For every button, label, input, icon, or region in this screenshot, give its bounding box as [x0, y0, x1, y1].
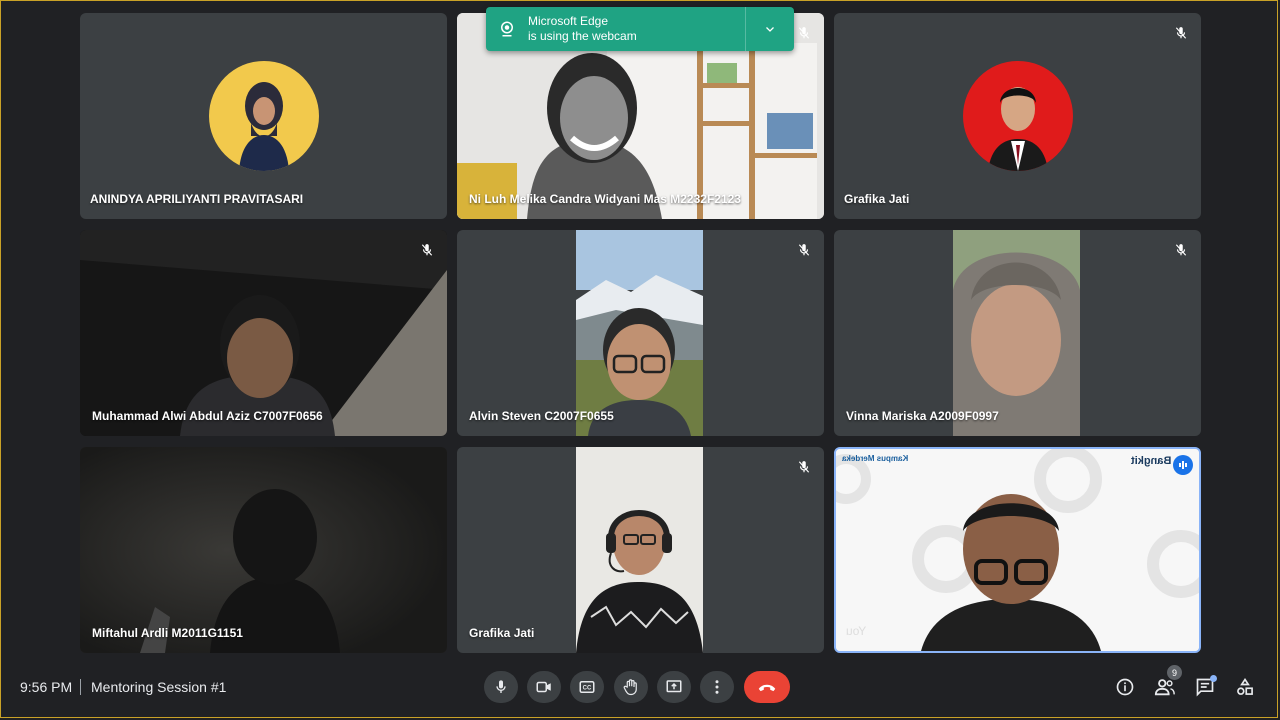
end-call-button[interactable] — [744, 671, 790, 703]
avatar — [962, 61, 1073, 171]
svg-text:CC: CC — [583, 686, 592, 692]
microphone-button[interactable] — [484, 671, 518, 703]
divider — [80, 679, 81, 695]
chat-notification-dot — [1210, 675, 1217, 682]
people-count-badge: 9 — [1167, 665, 1182, 680]
raise-hand-icon — [623, 679, 637, 696]
info-icon — [1116, 678, 1134, 696]
present-screen-button[interactable] — [657, 671, 691, 703]
muted-icon — [794, 240, 814, 260]
more-options-icon — [715, 680, 719, 694]
camera-icon — [536, 681, 551, 693]
muted-icon — [1171, 23, 1191, 43]
participant-name: Grafika Jati — [844, 192, 910, 206]
control-bar: 9:56 PM Mentoring Session #1 CC 9 — [0, 663, 1280, 711]
muted-icon — [794, 23, 814, 43]
mic-icon — [496, 680, 506, 693]
meeting-details-button[interactable] — [1113, 675, 1137, 699]
participant-tile[interactable]: ANINDYA APRILIYANTI PRAVITASARI — [80, 13, 447, 219]
present-screen-icon — [666, 680, 682, 693]
muted-icon — [417, 240, 437, 260]
participant-tile[interactable]: Muhammad Alwi Abdul Aziz C7007F0656 — [80, 230, 447, 436]
meeting-title: Mentoring Session #1 — [91, 679, 227, 695]
webcam-notification[interactable]: Microsoft Edge is using the webcam — [486, 7, 794, 51]
camera-button[interactable] — [527, 671, 561, 703]
participant-tile[interactable]: Vinna Mariska A2009F0997 — [834, 230, 1201, 436]
captions-icon: CC — [579, 681, 595, 693]
participant-tile[interactable]: Miftahul Ardli M2011G1151 — [80, 447, 447, 653]
self-name-label: You — [846, 624, 867, 638]
raise-hand-button[interactable] — [614, 671, 648, 703]
bangkit-logo: Bangkit — [1130, 455, 1171, 467]
participant-name: Ni Luh Melika Candra Widyani Mas M2232F2… — [469, 192, 741, 206]
speaking-indicator-icon — [1173, 455, 1193, 475]
video-feed — [80, 447, 447, 653]
participant-name: Grafika Jati — [469, 626, 535, 640]
notification-message: is using the webcam — [528, 29, 637, 43]
participant-name: Vinna Mariska A2009F0997 — [846, 409, 999, 423]
video-feed — [953, 230, 1080, 436]
webcam-icon — [486, 20, 528, 38]
captions-button[interactable]: CC — [570, 671, 604, 703]
participant-tile[interactable]: Grafika Jati — [834, 13, 1201, 219]
video-feed — [576, 447, 703, 653]
participant-name: Alvin Steven C2007F0655 — [469, 409, 614, 423]
participant-name: ANINDYA APRILIYANTI PRAVITASARI — [90, 192, 304, 206]
activities-button[interactable] — [1233, 675, 1257, 699]
participant-name: Miftahul Ardli M2011G1151 — [92, 626, 243, 640]
muted-icon — [794, 457, 814, 477]
activities-icon — [1237, 677, 1253, 695]
video-feed — [576, 230, 703, 436]
participant-name: Muhammad Alwi Abdul Aziz C7007F0656 — [92, 409, 323, 423]
video-feed — [80, 230, 447, 436]
participant-tile[interactable]: Alvin Steven C2007F0655 — [457, 230, 824, 436]
muted-icon — [1171, 240, 1191, 260]
video-feed — [836, 449, 1199, 651]
notification-app: Microsoft Edge — [528, 14, 609, 28]
chevron-down-icon[interactable] — [745, 7, 794, 51]
more-options-button[interactable] — [700, 671, 734, 703]
participant-tile[interactable]: Grafika Jati — [457, 447, 824, 653]
end-call-icon — [758, 684, 776, 692]
self-tile[interactable]: Kampus Merdeka Bangkit You — [834, 447, 1201, 653]
avatar — [208, 61, 319, 171]
kampus-merdeka-logo: Kampus Merdeka — [842, 454, 909, 463]
clock: 9:56 PM — [20, 679, 73, 695]
